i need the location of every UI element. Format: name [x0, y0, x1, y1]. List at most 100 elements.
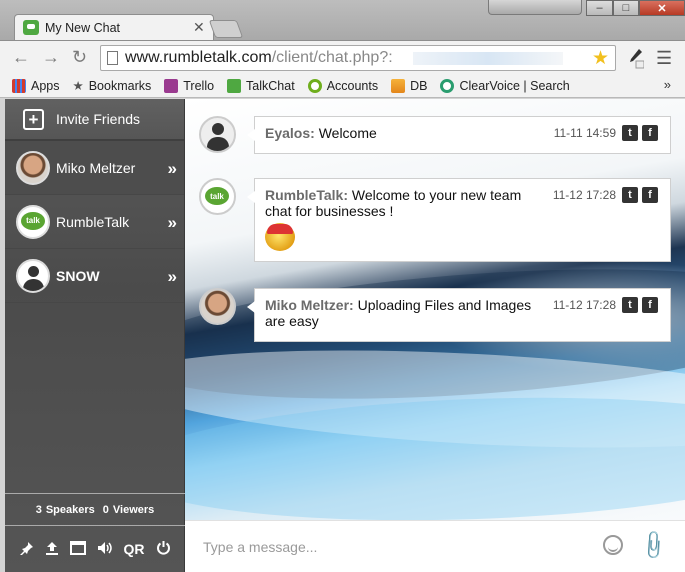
chat-area: Eyalos: Welcome 11-11 14:59 t f talk Rum… — [185, 99, 685, 572]
message-bubble: Miko Meltzer: Uploading Files and Images… — [247, 288, 671, 342]
member-name: RumbleTalk — [56, 213, 130, 230]
sidebar: + Invite Friends Miko Meltzer » talk Rum… — [5, 99, 185, 572]
twitter-share-icon[interactable]: t — [622, 297, 638, 313]
audience-counts: 3 Speakers 0 Viewers — [5, 493, 185, 525]
chat-app: + Invite Friends Miko Meltzer » talk Rum… — [5, 99, 685, 572]
popout-window-icon[interactable] — [69, 540, 86, 558]
power-icon[interactable] — [156, 540, 171, 558]
bookmark-accounts[interactable]: Accounts — [307, 78, 379, 93]
pirate-emoji-icon — [265, 223, 295, 251]
user-silhouette-icon — [212, 123, 224, 135]
bookmarks-overflow-icon[interactable]: » — [664, 77, 671, 92]
rumbletalk-favicon-icon — [23, 20, 39, 35]
bookmark-label: Trello — [183, 78, 215, 93]
message-body: Miko Meltzer: Uploading Files and Images… — [265, 297, 545, 329]
emoji-picker-icon[interactable] — [603, 535, 623, 555]
back-icon[interactable]: ← — [12, 47, 30, 68]
url-text: www.rumbletalk.com/client/chat.php?: — [125, 49, 393, 67]
forward-icon[interactable]: → — [42, 47, 60, 68]
bookmarks-bar: Apps ★ Bookmarks Trello TalkChat Accounts… — [0, 74, 685, 98]
bookmark-star-icon[interactable]: ★ — [592, 47, 609, 70]
qr-code-button[interactable]: QR — [124, 541, 145, 557]
viewers-label: Viewers — [112, 503, 155, 516]
member-rumbletalk[interactable]: talk RumbleTalk » — [5, 195, 184, 249]
accounts-icon — [307, 78, 322, 93]
message-body: RumbleTalk: Welcome to your new team cha… — [265, 187, 545, 219]
user-silhouette-icon — [28, 265, 39, 277]
message-sender[interactable]: Miko Meltzer: — [265, 297, 354, 313]
bookmark-label: Accounts — [326, 78, 379, 93]
avatar: talk — [16, 204, 50, 239]
bookmark-label: TalkChat — [246, 78, 295, 93]
star-icon: ★ — [72, 79, 84, 93]
chevron-right-icon[interactable]: » — [168, 159, 178, 179]
eyedropper-extension-icon[interactable] — [626, 47, 644, 69]
bookmark-trello[interactable]: Trello — [164, 78, 215, 93]
avatar[interactable]: talk — [199, 178, 236, 215]
talkchat-icon — [227, 78, 242, 93]
message-time: 11-12 17:28 — [552, 298, 616, 312]
menu-icon[interactable]: ☰ — [656, 48, 672, 69]
bookmark-label: Bookmarks — [88, 78, 152, 93]
trello-icon — [164, 78, 179, 93]
talk-logo-icon: talk — [205, 187, 229, 205]
bookmark-db[interactable]: DB — [391, 78, 428, 93]
message-sender[interactable]: Eyalos: — [265, 125, 315, 141]
page-icon — [107, 51, 118, 65]
address-bar[interactable]: www.rumbletalk.com/client/chat.php?: ★ — [100, 45, 616, 71]
avatar — [16, 258, 50, 293]
message-time: 11-11 14:59 — [553, 126, 616, 140]
chevron-right-icon[interactable]: » — [168, 267, 178, 287]
invite-friends-button[interactable]: + Invite Friends — [5, 99, 184, 141]
message-sender[interactable]: RumbleTalk: — [265, 187, 348, 203]
chat-message: Eyalos: Welcome 11-11 14:59 t f — [199, 116, 671, 156]
bookmark-label: DB — [410, 78, 428, 93]
reload-icon[interactable]: ↻ — [72, 47, 87, 68]
pin-icon[interactable] — [19, 541, 34, 558]
bookmark-bookmarks[interactable]: ★ Bookmarks — [72, 78, 152, 94]
message-input[interactable] — [203, 535, 583, 559]
profile-badge[interactable] — [488, 0, 582, 15]
chevron-right-icon[interactable]: » — [168, 213, 178, 233]
member-miko-meltzer[interactable]: Miko Meltzer » — [5, 141, 184, 195]
user-silhouette-icon — [23, 278, 44, 291]
minimize-button[interactable]: – — [586, 0, 613, 16]
bookmark-label: ClearVoice | Search — [459, 78, 570, 93]
speakers-count: 3 — [35, 503, 42, 516]
message-time: 11-12 17:28 — [552, 188, 616, 202]
tab-close-icon[interactable]: ✕ — [193, 19, 205, 36]
new-tab-button[interactable] — [208, 20, 244, 38]
upload-icon[interactable] — [45, 541, 59, 558]
avatar[interactable] — [199, 288, 236, 325]
member-snow[interactable]: SNOW » — [5, 249, 184, 303]
talk-logo-icon: talk — [21, 211, 45, 230]
paperclip-attach-icon[interactable]: 📎 — [636, 528, 671, 563]
user-silhouette-icon — [207, 137, 229, 151]
browser-tab[interactable]: My New Chat ✕ — [14, 14, 214, 41]
url-redacted — [413, 52, 563, 65]
invite-label: Invite Friends — [56, 111, 141, 127]
plus-icon: + — [23, 108, 44, 130]
bookmark-apps[interactable]: Apps — [12, 78, 60, 93]
avatar[interactable] — [199, 116, 236, 153]
viewers-count: 0 — [102, 503, 109, 516]
bookmark-clearvoice[interactable]: ClearVoice | Search — [440, 78, 570, 93]
facebook-share-icon[interactable]: f — [642, 187, 658, 203]
twitter-share-icon[interactable]: t — [622, 187, 638, 203]
chat-message: Miko Meltzer: Uploading Files and Images… — [199, 288, 671, 344]
message-composer: 📎 — [185, 520, 685, 572]
maximize-button[interactable]: □ — [613, 0, 639, 16]
close-window-button[interactable]: ✕ — [639, 0, 685, 16]
browser-titlebar: My New Chat ✕ – □ ✕ — [0, 0, 685, 41]
bookmark-talkchat[interactable]: TalkChat — [227, 78, 295, 93]
twitter-share-icon[interactable]: t — [622, 125, 638, 141]
facebook-share-icon[interactable]: f — [642, 125, 658, 141]
member-name: SNOW — [56, 267, 100, 284]
message-meta: 11-11 14:59 t f — [554, 125, 658, 141]
facebook-share-icon[interactable]: f — [642, 297, 658, 313]
message-meta: 11-12 17:28 t f — [553, 297, 658, 313]
sound-icon[interactable] — [97, 541, 113, 558]
browser-toolbar: ← → ↻ www.rumbletalk.com/client/chat.php… — [0, 40, 685, 74]
message-bubble: RumbleTalk: Welcome to your new team cha… — [247, 178, 671, 262]
member-name: Miko Meltzer — [56, 159, 136, 176]
